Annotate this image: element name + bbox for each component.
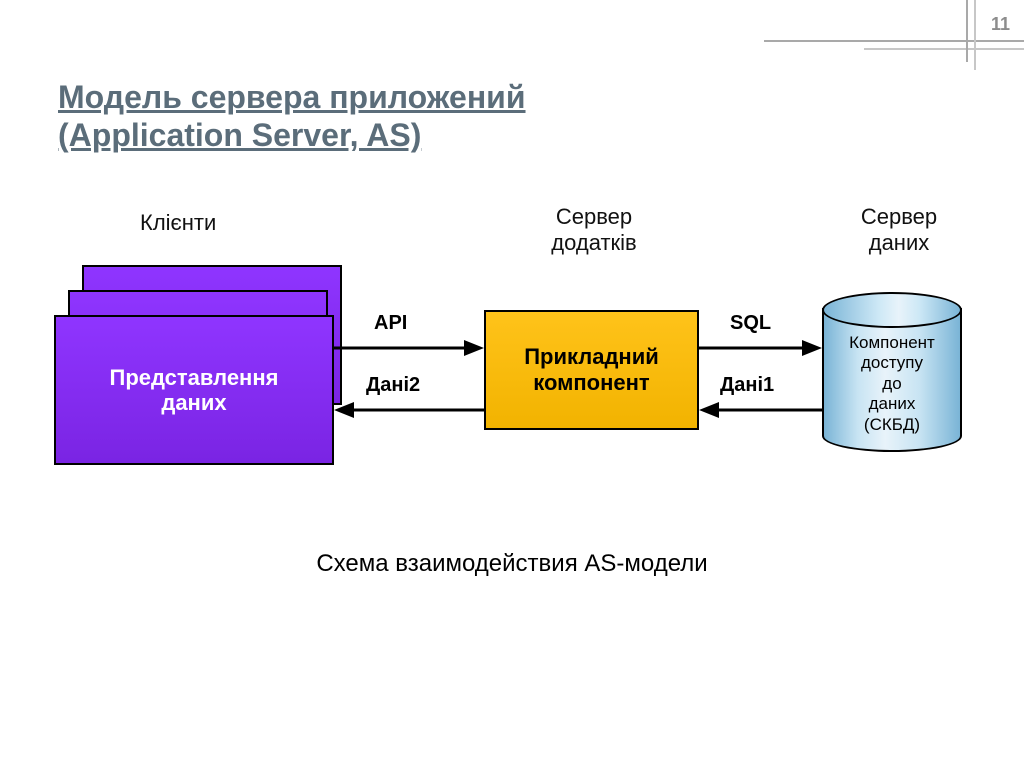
page-number: 11 <box>991 14 1010 35</box>
application-component-box: Прикладний компонент <box>484 310 699 430</box>
client-stack: Представлення даних <box>54 265 354 465</box>
client-box-text: Представлення даних <box>110 365 279 416</box>
label-app-server: Сервер додатків <box>499 204 689 256</box>
label-clients: Клієнти <box>140 210 216 236</box>
label-data-server: Сервер даних <box>844 204 954 256</box>
title-line-2: (Application Server, AS) <box>58 117 421 153</box>
arrow-sql <box>699 338 822 358</box>
theme-corner-decoration <box>764 0 1024 70</box>
client-box-front: Представлення даних <box>54 315 334 465</box>
as-model-diagram: Клієнти Сервер додатків Сервер даних Пре… <box>54 210 970 510</box>
arrow-label-data1: Дані1 <box>720 374 774 397</box>
title-line-1: Модель сервера приложений <box>58 79 526 115</box>
slide: 11 Модель сервера приложений (Applicatio… <box>0 0 1024 767</box>
arrow-data1 <box>699 400 822 420</box>
arrow-label-sql: SQL <box>730 312 771 335</box>
arrow-label-data2: Дані2 <box>366 374 420 397</box>
arrow-label-api: API <box>374 312 407 335</box>
database-cylinder-text: Компонент доступу до даних (СКБД) <box>849 333 935 435</box>
arrow-data2 <box>334 400 484 420</box>
slide-title: Модель сервера приложений (Application S… <box>58 78 964 155</box>
database-cylinder: Компонент доступу до даних (СКБД) <box>822 292 962 452</box>
diagram-caption: Схема взаимодействия AS-модели <box>0 550 1024 578</box>
arrow-api <box>334 338 484 358</box>
application-component-text: Прикладний компонент <box>524 344 659 397</box>
